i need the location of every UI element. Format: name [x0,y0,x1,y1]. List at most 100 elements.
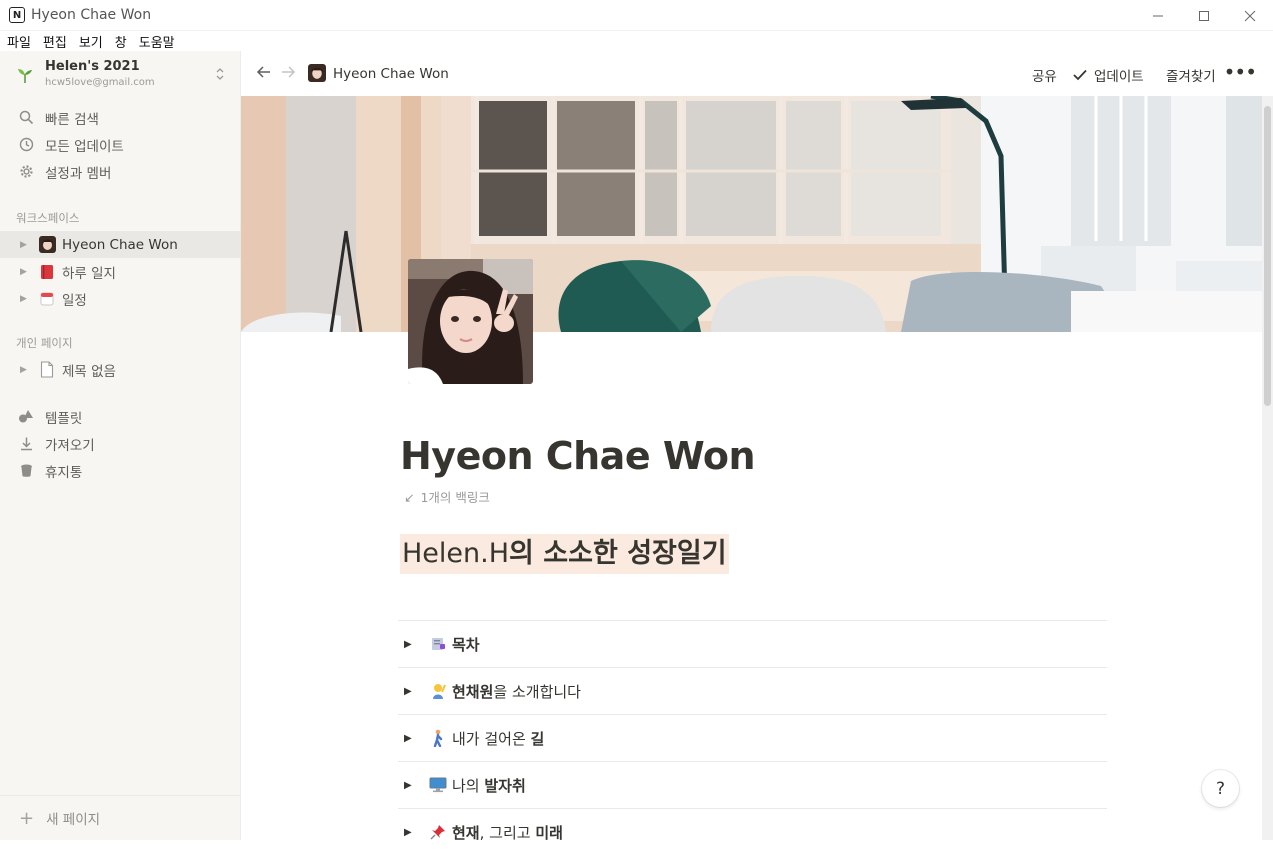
toggle-triangle-icon[interactable]: ▶ [404,686,428,697]
workspace-section-header: 워크스페이스 [16,211,80,225]
sidebar-trash[interactable]: 휴지통 [0,457,241,484]
page-title[interactable]: Hyeon Chae Won [400,434,756,478]
sidebar-settings-label: 설정과 멤버 [45,165,112,182]
new-page-button[interactable]: + 새 페이지 [0,795,241,840]
close-button[interactable] [1227,0,1273,31]
maximize-icon [1199,10,1209,21]
sidebar-page-label: Hyeon Chae Won [62,236,178,253]
toggle-triangle-icon[interactable]: ▶ [404,733,428,744]
pushpin-icon [428,823,448,841]
minimize-button[interactable] [1135,0,1181,31]
gear-icon [17,163,35,181]
desktop-computer-icon [428,776,448,794]
sidebar-page-label: 하루 일지 [62,265,116,282]
maximize-button[interactable] [1181,0,1227,31]
heading-prefix: Helen.H [402,538,510,569]
back-arrow-icon[interactable] [255,64,273,82]
page-icon [38,361,56,379]
sidebar-templates-label: 템플릿 [45,410,83,427]
backlinks-label: 1개의 백링크 [420,490,490,505]
private-section-header: 개인 페이지 [16,336,73,350]
avatar [38,236,56,254]
clock-icon [17,136,35,154]
page-icon-photo[interactable] [408,259,533,384]
sidebar-page-untitled[interactable]: ▶ 제목 없음 [0,356,241,383]
toggle-label: 현채원을 소개합니다 [452,682,581,701]
arrow-down-left-icon: ↙ [404,490,415,505]
heading-rest: 의 소소한 성장일기 [509,538,727,569]
highlighted-heading[interactable]: Helen.H의 소소한 성장일기 [400,534,729,574]
sidebar-import-label: 가져오기 [45,437,95,454]
toggle-label: 현재, 그리고 미래 [452,823,563,842]
expand-triangle-icon[interactable]: ▶ [20,294,30,304]
updates-label: 업데이트 [1094,69,1144,85]
window-title: Hyeon Chae Won [31,7,152,23]
sidebar-all-updates[interactable]: 모든 업데이트 [0,131,241,158]
toggle-block-footsteps[interactable]: ▶ 나의 발자취 [398,761,1107,808]
sidebar-page-schedule[interactable]: ▶ 일정 [0,285,241,312]
toggle-block-toc[interactable]: ▶ 목차 [398,620,1107,667]
notion-app-icon: N [9,7,25,23]
search-icon [17,109,35,127]
menu-file[interactable]: 파일 [7,32,31,51]
toggle-triangle-icon[interactable]: ▶ [404,780,428,791]
calendar-icon [38,290,56,308]
plus-icon: + [19,807,35,829]
sidebar-all-updates-label: 모든 업데이트 [45,138,124,155]
help-button[interactable]: ? [1202,770,1239,807]
workspace-name: Helen's 2021 [45,59,140,74]
cover-image[interactable] [241,96,1262,332]
share-button[interactable]: 공유 [1032,65,1057,85]
toggle-label: 목차 [452,635,480,654]
toggle-label: 나의 발자취 [452,776,526,795]
sidebar-page-hyeon-chae-won[interactable]: ▶ Hyeon Chae Won [0,231,241,258]
scrollbar[interactable] [1262,96,1273,840]
backlinks-button[interactable]: ↙ 1개의 백링크 [404,487,490,506]
sidebar-page-daily-journal[interactable]: ▶ 하루 일지 [0,258,241,285]
favorite-button[interactable]: 즐겨찾기 [1166,65,1216,85]
breadcrumb[interactable]: Hyeon Chae Won [333,66,449,82]
sprout-icon [18,69,32,83]
red-book-icon [38,263,56,281]
menu-help[interactable]: 도움말 [139,32,175,51]
menu-window[interactable]: 창 [115,32,127,51]
workspace-switcher[interactable]: Helen's 2021 hcw5love@gmail.com [0,57,241,93]
trash-icon [17,462,35,480]
more-options-icon[interactable]: ••• [1224,60,1257,84]
shapes-icon [17,408,35,426]
updates-button[interactable]: 업데이트 [1073,65,1144,85]
sidebar-templates[interactable]: 템플릿 [0,403,241,430]
minimize-icon [1153,15,1163,16]
menubar: 파일 편집 보기 창 도움말 [0,31,1273,51]
checkmark-icon [1073,69,1087,81]
toggle-triangle-icon[interactable]: ▶ [404,639,428,650]
page-topbar: Hyeon Chae Won 공유 업데이트 즐겨찾기 ••• [241,51,1273,96]
toggle-block-intro[interactable]: ▶ 현채원을 소개합니다 [398,667,1107,714]
menu-edit[interactable]: 편집 [43,32,67,51]
sidebar-page-label: 일정 [62,292,87,309]
close-icon [1244,10,1256,21]
expand-triangle-icon[interactable]: ▶ [20,240,30,250]
sidebar-page-label: 제목 없음 [62,363,116,380]
toggle-label: 내가 걸어온 길 [452,729,545,748]
toggle-list: ▶ 목차 ▶ 현채원을 소개합니다 ▶ 내가 걸어온 길 ▶ 나의 발자취 ▶ … [398,620,1107,855]
sidebar-settings[interactable]: 설정과 멤버 [0,158,241,185]
sidebar-import[interactable]: 가져오기 [0,430,241,457]
scrollbar-thumb[interactable] [1264,106,1271,406]
toggle-block-path[interactable]: ▶ 내가 걸어온 길 [398,714,1107,761]
toggle-block-now-future[interactable]: ▶ 현재, 그리고 미래 [398,808,1107,855]
workspace-email: hcw5love@gmail.com [45,77,155,88]
expand-triangle-icon[interactable]: ▶ [20,267,30,277]
sidebar: Helen's 2021 hcw5love@gmail.com 빠른 검색 모든… [0,51,241,840]
download-icon [17,435,35,453]
expand-triangle-icon[interactable]: ▶ [20,365,30,375]
menu-view[interactable]: 보기 [79,32,103,51]
sidebar-trash-label: 휴지통 [45,464,83,481]
person-walking-icon [428,729,448,747]
forward-arrow-icon[interactable] [279,64,297,82]
person-raising-hand-icon [428,682,448,700]
sidebar-quick-search[interactable]: 빠른 검색 [0,104,241,131]
window-controls [1135,0,1273,31]
bookmark-tabs-icon [428,635,448,653]
toggle-triangle-icon[interactable]: ▶ [404,827,428,838]
